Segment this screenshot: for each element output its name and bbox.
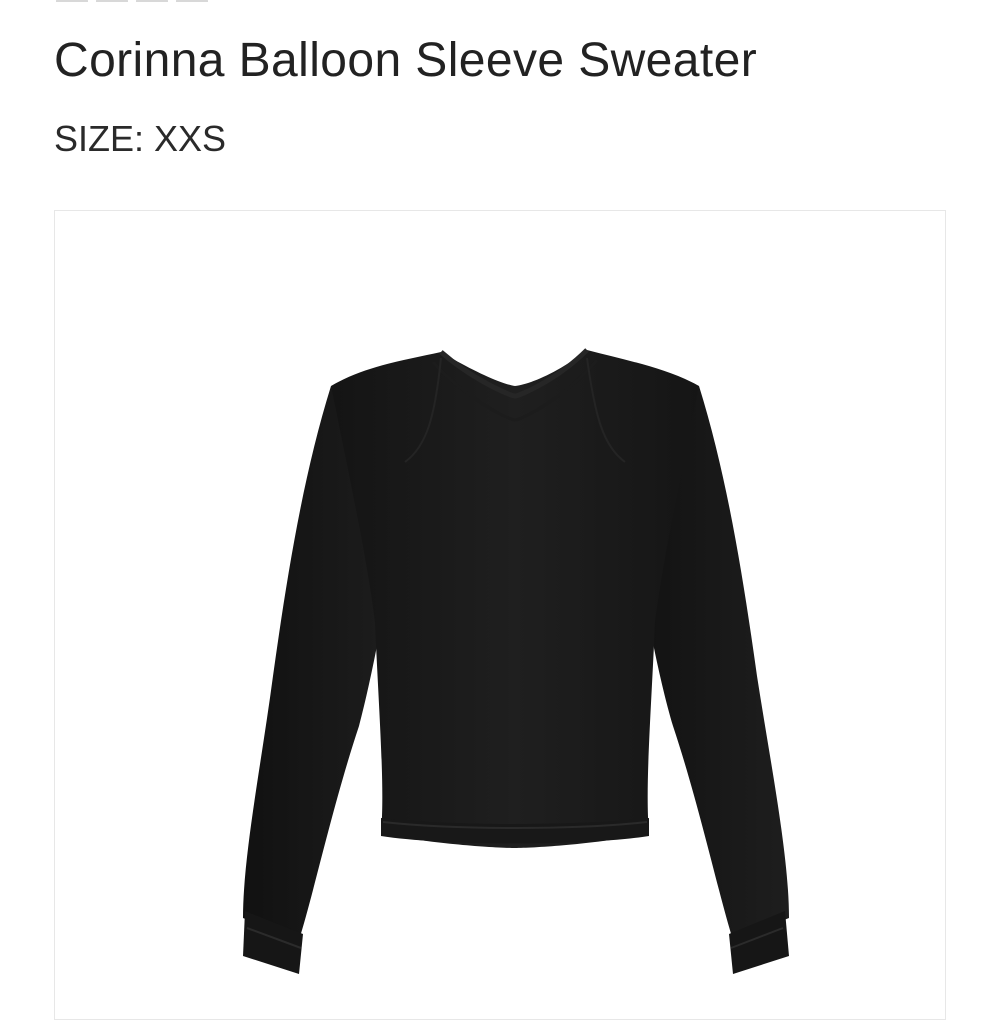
size-label: SIZE:: [54, 118, 145, 159]
size-info: SIZE: XXS: [54, 116, 226, 162]
size-value: XXS: [154, 118, 227, 159]
product-title: Corinna Balloon Sleeve Sweater: [54, 34, 758, 87]
top-cropped-label: [56, 0, 246, 2]
sweater-photo: [215, 336, 815, 986]
product-image-card[interactable]: [54, 210, 946, 1020]
